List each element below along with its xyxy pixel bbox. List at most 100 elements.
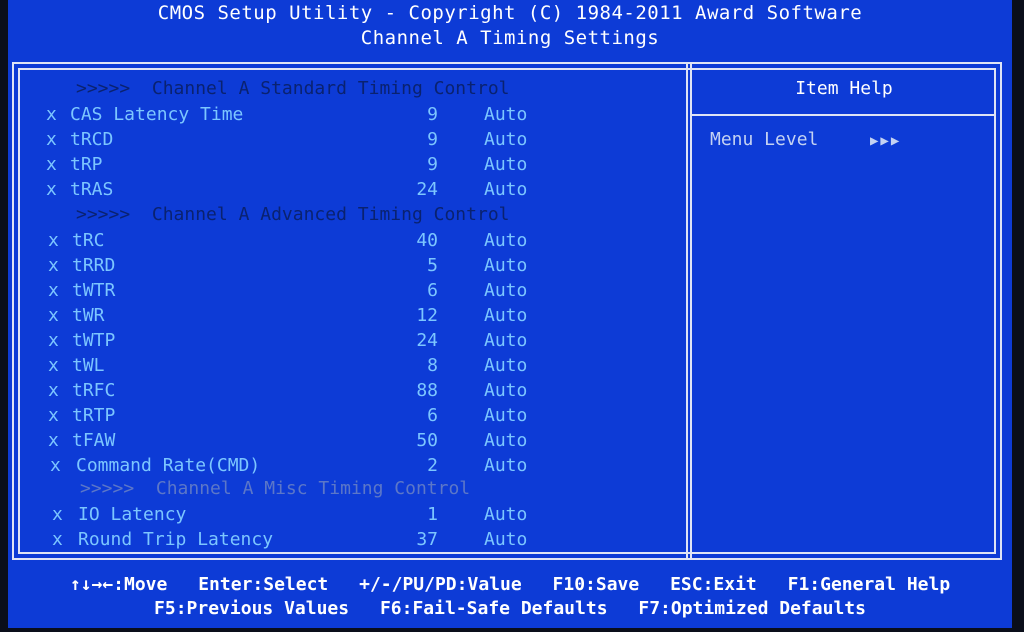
setting-value: 9 (427, 129, 438, 150)
setting-mode: Auto (484, 355, 528, 376)
setting-row-twtp[interactable]: x tWTP 24 Auto (8, 328, 678, 353)
setting-value: 8 (427, 355, 438, 376)
menu-level-arrows-icon: ▶▶▶ (870, 133, 902, 149)
locked-marker: x (46, 129, 57, 150)
setting-value: 40 (416, 230, 438, 251)
panel-divider (686, 64, 692, 558)
setting-row-trrd[interactable]: x tRRD 5 Auto (8, 253, 678, 278)
setting-row-trp[interactable]: x tRP 9 Auto (8, 152, 678, 177)
setting-mode: Auto (484, 280, 528, 301)
setting-name: tWTP (72, 330, 116, 351)
setting-mode: Auto (484, 430, 528, 451)
setting-name: tRTP (72, 405, 116, 426)
section-label: Channel A Standard Timing Control (151, 78, 510, 99)
setting-row-twr[interactable]: x tWR 12 Auto (8, 303, 678, 328)
setting-mode: Auto (484, 230, 528, 251)
locked-marker: x (46, 154, 57, 175)
setting-row-trfc[interactable]: x tRFC 88 Auto (8, 378, 678, 403)
setting-value: 88 (416, 380, 438, 401)
setting-name: tFAW (72, 430, 116, 451)
setting-mode: Auto (484, 305, 528, 326)
setting-name: IO Latency (78, 504, 187, 525)
setting-value: 24 (416, 179, 438, 200)
setting-name: Command Rate(CMD) (76, 455, 261, 476)
setting-value: 12 (416, 305, 438, 326)
locked-marker: x (46, 104, 57, 125)
setting-mode: Auto (484, 330, 528, 351)
locked-marker: x (48, 305, 59, 326)
locked-marker: x (48, 255, 59, 276)
key-value: +/-/PU/PD:Value (359, 574, 522, 595)
setting-value: 6 (427, 405, 438, 426)
locked-marker: x (46, 179, 57, 200)
key-fail-safe-defaults: F6:Fail-Safe Defaults (379, 598, 608, 619)
setting-row-twtr[interactable]: x tWTR 6 Auto (8, 278, 678, 303)
setting-name: tRAS (70, 179, 114, 200)
section-header-advanced: >>>>> Channel A Advanced Timing Control (76, 202, 510, 227)
menu-level: Menu Level ▶▶▶ (710, 129, 901, 150)
locked-marker: x (48, 430, 59, 451)
setting-row-trc[interactable]: x tRC 40 Auto (8, 228, 678, 253)
section-header-standard: >>>>> Channel A Standard Timing Control (76, 76, 510, 101)
setting-value: 9 (427, 104, 438, 125)
setting-mode: Auto (484, 179, 528, 200)
key-optimized-defaults: F7:Optimized Defaults (638, 598, 866, 619)
key-exit: ESC:Exit (670, 574, 757, 595)
setting-mode: Auto (484, 255, 528, 276)
setting-row-trcd[interactable]: x tRCD 9 Auto (8, 127, 678, 152)
setting-name: tRFC (72, 380, 116, 401)
key-help-footer: ↑↓→←:Move Enter:Select +/-/PU/PD:Value F… (8, 560, 1012, 628)
setting-name: tRRD (72, 255, 116, 276)
setting-name: CAS Latency Time (70, 104, 244, 125)
setting-row-command-rate[interactable]: x Command Rate(CMD) 2 Auto (8, 453, 678, 478)
setting-row-twl[interactable]: x tWL 8 Auto (8, 353, 678, 378)
section-prefix: >>>>> (76, 78, 131, 99)
setting-mode: Auto (484, 129, 528, 150)
section-prefix: >>>>> (76, 204, 131, 225)
section-header-misc: >>>>> Channel A Misc Timing Control (80, 476, 470, 501)
locked-marker: x (52, 529, 63, 550)
bios-screen: CMOS Setup Utility - Copyright (C) 1984-… (8, 0, 1012, 628)
locked-marker: x (48, 405, 59, 426)
setting-row-tras[interactable]: x tRAS 24 Auto (8, 177, 678, 202)
locked-marker: x (48, 330, 59, 351)
section-prefix: >>>>> (80, 478, 135, 499)
key-save: F10:Save (552, 574, 640, 595)
setting-mode: Auto (484, 154, 528, 175)
key-general-help: F1:General Help (787, 574, 951, 595)
key-previous-values: F5:Previous Values (154, 598, 350, 619)
help-separator (692, 114, 996, 116)
setting-row-cas-latency[interactable]: x CAS Latency Time 9 Auto (8, 102, 678, 127)
setting-value: 5 (427, 255, 438, 276)
setting-name: tRCD (70, 129, 114, 150)
locked-marker: x (48, 380, 59, 401)
setting-mode: Auto (484, 380, 528, 401)
locked-marker: x (48, 355, 59, 376)
setting-row-io-latency[interactable]: x IO Latency 1 Auto (8, 502, 678, 527)
locked-marker: x (52, 504, 63, 525)
setting-name: tRP (70, 154, 103, 175)
section-label: Channel A Misc Timing Control (155, 478, 471, 499)
utility-title: CMOS Setup Utility - Copyright (C) 1984-… (157, 2, 863, 24)
setting-value: 9 (427, 154, 438, 175)
setting-mode: Auto (484, 455, 528, 476)
setting-value: 24 (416, 330, 438, 351)
locked-marker: x (50, 455, 61, 476)
setting-name: Round Trip Latency (78, 529, 274, 550)
setting-row-round-trip-latency[interactable]: x Round Trip Latency 37 Auto (8, 527, 678, 552)
setting-value: 1 (427, 504, 438, 525)
setting-mode: Auto (484, 405, 528, 426)
setting-mode: Auto (484, 104, 528, 125)
setting-mode: Auto (484, 529, 528, 550)
key-move: ↑↓→←:Move (69, 574, 168, 595)
item-help-title: Item Help (795, 78, 893, 99)
setting-value: 50 (416, 430, 438, 451)
key-select: Enter:Select (198, 574, 329, 595)
setting-value: 2 (427, 455, 438, 476)
setting-value: 37 (416, 529, 438, 550)
setting-name: tWR (72, 305, 105, 326)
menu-level-label: Menu Level (710, 129, 819, 150)
setting-row-tfaw[interactable]: x tFAW 50 Auto (8, 428, 678, 453)
setting-row-trtp[interactable]: x tRTP 6 Auto (8, 403, 678, 428)
setting-name: tWL (72, 355, 105, 376)
